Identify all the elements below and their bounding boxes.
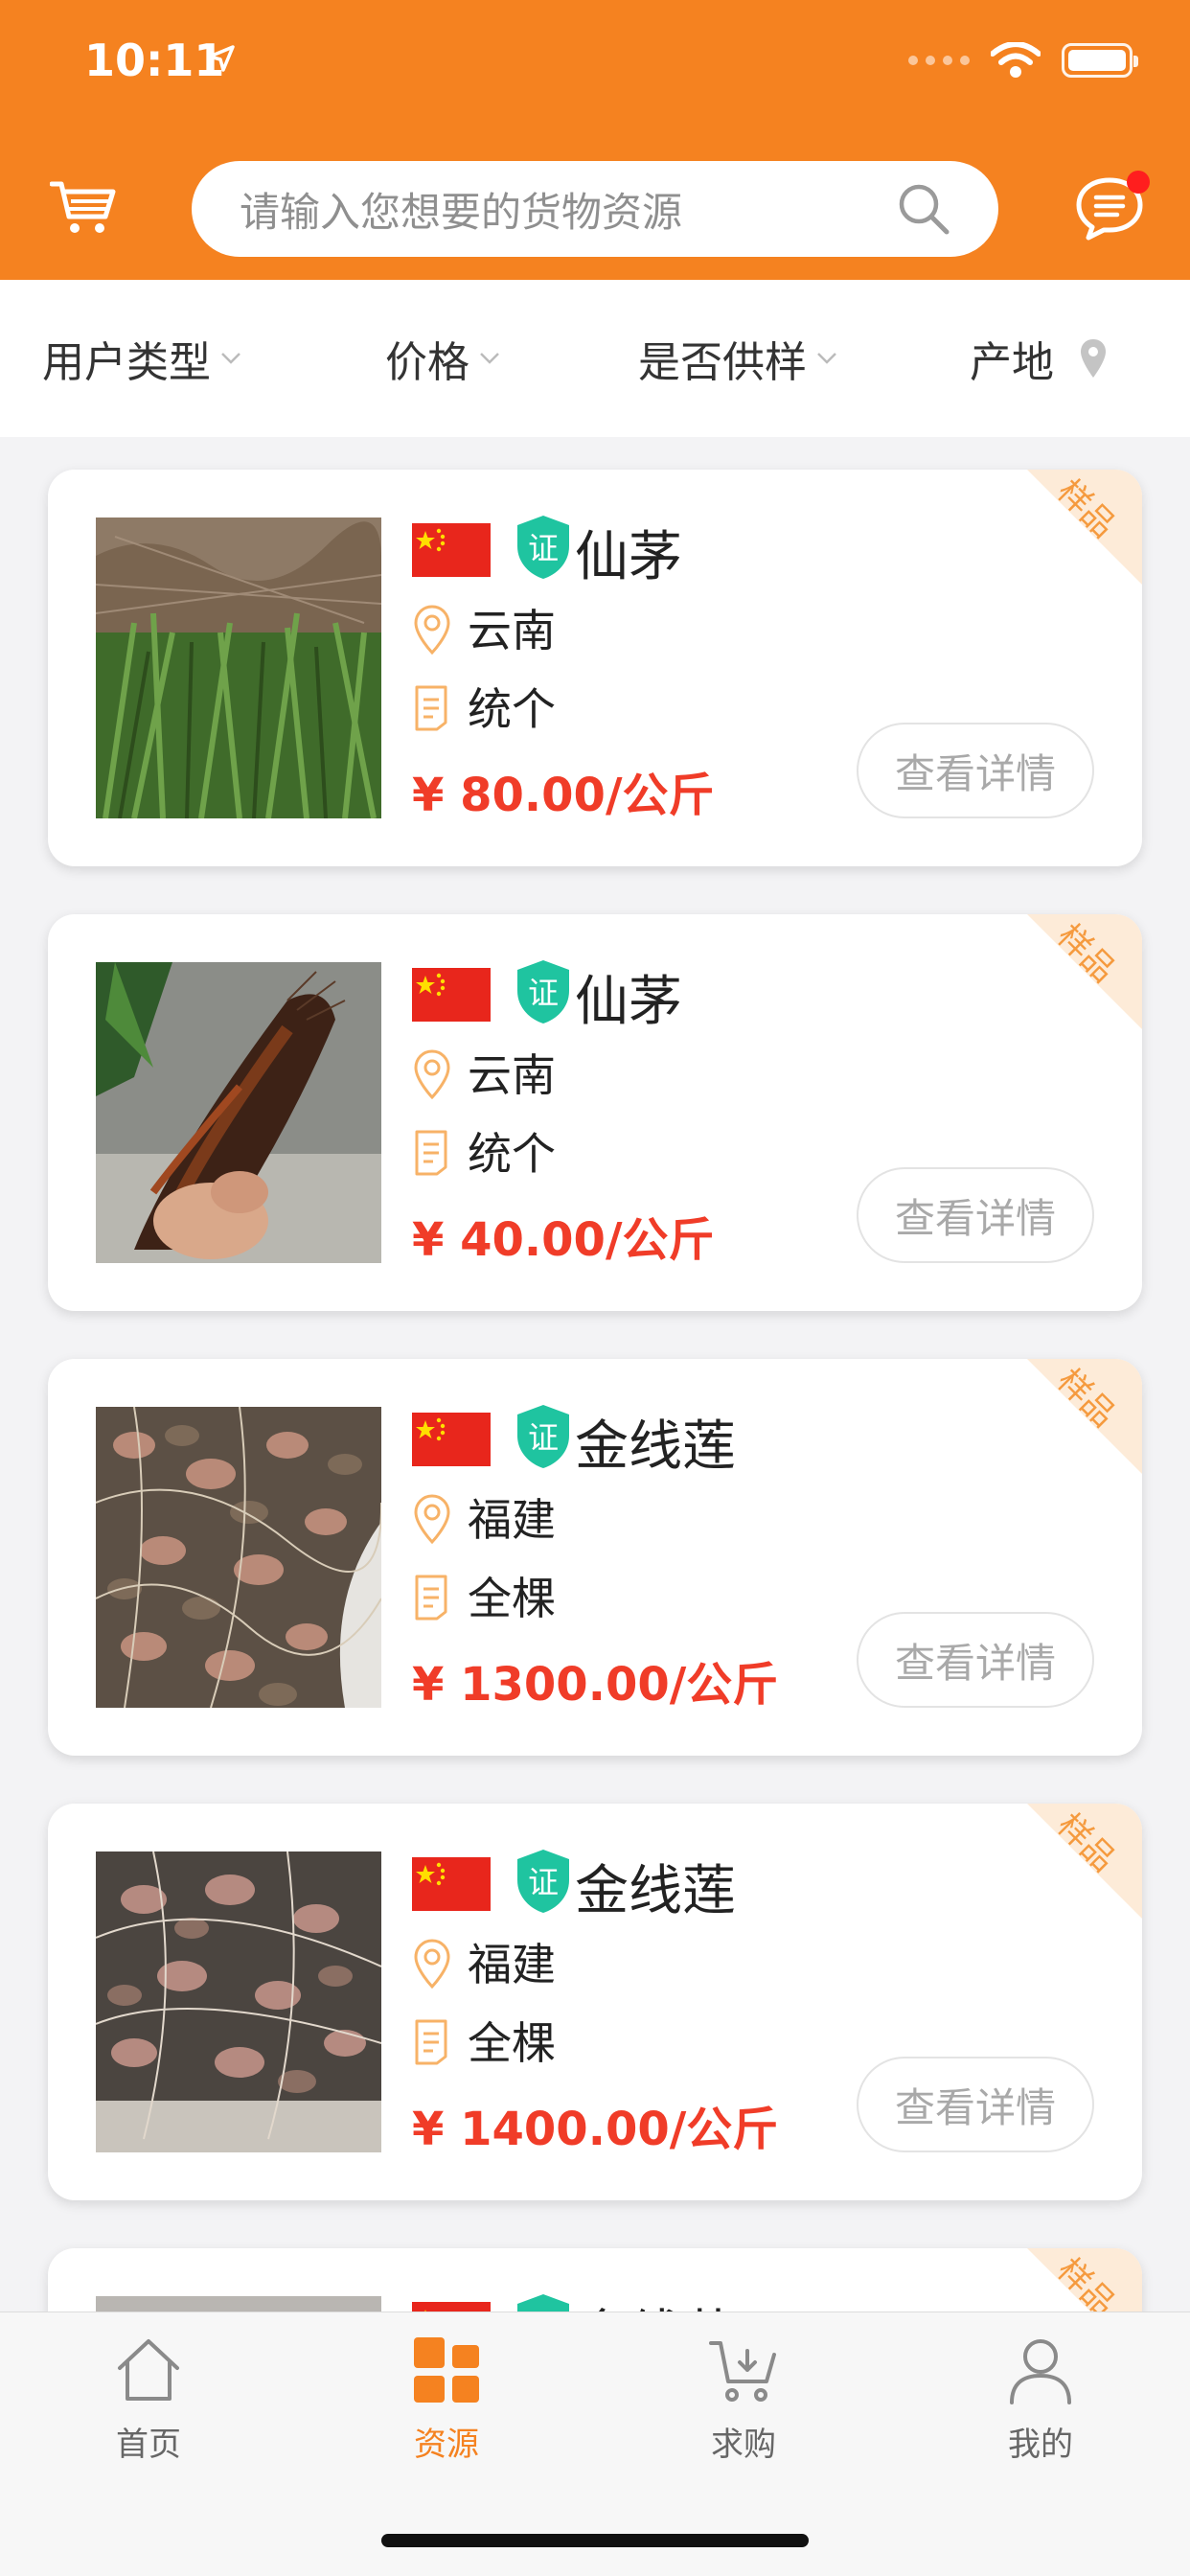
home-icon — [118, 2339, 179, 2401]
product-image — [96, 518, 381, 818]
spec-doc-icon — [415, 685, 447, 731]
filter-label: 产地 — [970, 338, 1054, 387]
product-card[interactable]: 金线莲 样品 — [48, 2248, 1142, 2312]
china-flag-icon — [412, 1413, 491, 1466]
unread-badge — [1127, 171, 1150, 194]
user-icon — [1010, 2339, 1071, 2404]
product-image — [96, 962, 381, 1263]
battery-icon — [1062, 43, 1138, 78]
tab-label: 资源 — [414, 2426, 479, 2464]
filter-origin[interactable]: 产地 — [970, 280, 1108, 437]
tab-purchase[interactable]: 求购 — [648, 2335, 839, 2465]
product-name: 金线莲 — [575, 1860, 736, 1922]
certified-badge-icon — [517, 2294, 569, 2312]
product-card[interactable]: 证 仙茅 云南 统个 ¥ 80.00/公斤 查看详情 样品 — [48, 470, 1142, 866]
tab-resources[interactable]: 资源 — [351, 2335, 542, 2465]
product-spec: 统个 — [468, 1128, 556, 1180]
filter-sample[interactable]: 是否供样 — [638, 280, 837, 437]
product-origin: 云南 — [468, 605, 556, 656]
search-icon[interactable] — [897, 182, 950, 236]
svg-text:证: 证 — [528, 1419, 559, 1456]
product-price: ¥ 1400.00/公斤 — [412, 2103, 779, 2156]
filter-user-type[interactable]: 用户类型 — [42, 280, 241, 437]
search-input[interactable]: 请输入您想要的货物资源 — [240, 180, 897, 239]
chevron-down-icon — [480, 353, 499, 364]
chevron-down-icon — [221, 353, 240, 364]
product-card[interactable]: 证 金线莲 福建 全棵 ¥ 1300.00/公斤 查看详情 样品 — [48, 1359, 1142, 1756]
location-arrow-icon — [208, 45, 235, 72]
china-flag-icon — [412, 523, 491, 577]
view-details-button[interactable]: 查看详情 — [857, 1612, 1094, 1708]
certified-badge-icon: 证 — [517, 1405, 569, 1468]
top-header: 10:11 请输入您想要的货物资源 — [0, 0, 1190, 280]
signal-icon — [908, 56, 970, 65]
tab-label: 求购 — [711, 2426, 776, 2464]
svg-text:证: 证 — [528, 975, 559, 1011]
product-card[interactable]: 证 金线莲 福建 全棵 ¥ 1400.00/公斤 查看详情 样品 — [48, 1804, 1142, 2200]
product-name: 仙茅 — [575, 971, 682, 1033]
product-price: ¥ 80.00/公斤 — [412, 769, 715, 822]
product-name: 仙茅 — [575, 526, 682, 588]
spec-doc-icon — [415, 1575, 447, 1621]
filter-bar: 用户类型 价格 是否供样 产地 — [0, 280, 1190, 437]
view-details-button[interactable]: 查看详情 — [857, 723, 1094, 818]
location-icon — [414, 1049, 450, 1100]
status-time: 10:11 — [84, 34, 225, 86]
spec-doc-icon — [415, 2019, 447, 2065]
product-card[interactable]: 证 仙茅 云南 统个 ¥ 40.00/公斤 查看详情 样品 — [48, 914, 1142, 1311]
product-image — [96, 1852, 381, 2152]
filter-label: 价格 — [385, 338, 469, 387]
location-icon — [414, 1494, 450, 1545]
tab-label: 我的 — [1008, 2426, 1073, 2464]
product-list: 证 仙茅 云南 统个 ¥ 80.00/公斤 查看详情 样品 证 仙茅 云南 统个… — [0, 437, 1190, 2312]
purchase-cart-icon — [709, 2341, 776, 2402]
spec-doc-icon — [415, 1130, 447, 1176]
location-icon — [414, 605, 450, 656]
cart-icon[interactable] — [50, 178, 117, 236]
product-spec: 统个 — [468, 683, 556, 735]
product-price: ¥ 40.00/公斤 — [412, 1213, 715, 1267]
location-pin-icon — [1081, 339, 1106, 378]
grid-icon — [414, 2337, 479, 2403]
product-origin: 云南 — [468, 1049, 556, 1101]
certified-badge-icon: 证 — [517, 516, 569, 579]
status-indicators — [908, 42, 1138, 79]
tab-label: 首页 — [116, 2426, 181, 2464]
view-details-button[interactable]: 查看详情 — [857, 2057, 1094, 2152]
product-spec: 全棵 — [468, 1573, 556, 1624]
wifi-icon — [991, 42, 1041, 78]
china-flag-icon — [412, 968, 491, 1022]
product-image — [96, 2296, 381, 2312]
product-origin: 福建 — [468, 1939, 556, 1990]
product-name: 金线莲 — [575, 1415, 736, 1478]
search-bar[interactable]: 请输入您想要的货物资源 — [192, 161, 998, 257]
filter-label: 用户类型 — [42, 338, 211, 387]
filter-label: 是否供样 — [638, 338, 807, 387]
filter-price[interactable]: 价格 — [385, 280, 500, 437]
chevron-down-icon — [817, 353, 836, 364]
location-icon — [414, 1939, 450, 1990]
product-name: 金线莲 — [575, 2292, 736, 2312]
view-details-button[interactable]: 查看详情 — [857, 1167, 1094, 1263]
certified-badge-icon: 证 — [517, 960, 569, 1024]
china-flag-icon — [412, 1857, 491, 1911]
product-spec: 全棵 — [468, 2017, 556, 2069]
tab-profile[interactable]: 我的 — [945, 2335, 1136, 2465]
svg-text:证: 证 — [528, 1864, 559, 1900]
product-image — [96, 1407, 381, 1708]
svg-text:证: 证 — [528, 530, 559, 566]
certified-badge-icon: 证 — [517, 1850, 569, 1913]
home-indicator — [381, 2534, 809, 2547]
product-price: ¥ 1300.00/公斤 — [412, 1658, 779, 1712]
china-flag-icon — [412, 2302, 491, 2312]
product-origin: 福建 — [468, 1494, 556, 1546]
tab-home[interactable]: 首页 — [53, 2335, 244, 2465]
